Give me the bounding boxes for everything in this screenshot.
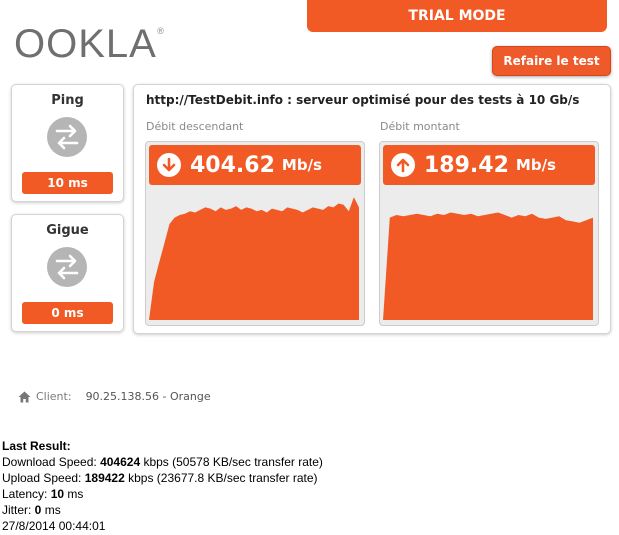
retest-button[interactable]: Refaire le test <box>492 46 611 76</box>
arrows-exchange-icon <box>47 247 87 287</box>
ping-title: Ping <box>51 93 84 108</box>
download-speed-bar: 404.62 Mb/s <box>149 145 361 185</box>
arrow-down-icon <box>157 153 181 177</box>
client-info: Client: 90.25.138.56 - Orange <box>18 390 211 403</box>
arrows-exchange-icon <box>47 117 87 157</box>
ping-value: 10 ms <box>22 172 113 194</box>
download-panel: 404.62 Mb/s <box>145 141 365 326</box>
home-icon <box>18 391 31 402</box>
client-value: 90.25.138.56 - Orange <box>85 390 211 403</box>
trial-mode-banner: TRIAL MODE <box>307 0 607 32</box>
upload-unit: Mb/s <box>515 156 556 174</box>
download-speed: 404.62 <box>190 152 275 178</box>
upload-area <box>383 212 593 320</box>
upload-speed: 189.42 <box>424 152 509 178</box>
result-timestamp: 27/8/2014 00:44:01 <box>2 519 106 533</box>
download-result-line: Download Speed: 404624 kbps (50578 KB/se… <box>2 455 323 469</box>
ookla-logo: OOKLA ® <box>14 22 164 67</box>
upload-graph <box>383 212 593 320</box>
last-result: Last Result: Download Speed: 404624 kbps… <box>2 438 323 534</box>
registered-mark: ® <box>157 26 165 36</box>
jitter-title: Gigue <box>46 223 89 238</box>
last-result-heading: Last Result: <box>2 439 71 453</box>
server-info: http://TestDebit.info : serveur optimisé… <box>146 93 580 107</box>
jitter-box: Gigue 0 ms <box>11 214 124 332</box>
client-label: Client: <box>36 390 72 403</box>
jitter-value: 0 ms <box>22 302 113 324</box>
upload-result-line: Upload Speed: 189422 kbps (23677.8 KB/se… <box>2 471 318 485</box>
download-unit: Mb/s <box>281 156 322 174</box>
download-label: Débit descendant <box>146 120 244 133</box>
download-graph <box>149 197 359 320</box>
upload-label: Débit montant <box>380 120 460 133</box>
download-area <box>149 197 359 320</box>
arrow-up-icon <box>391 153 415 177</box>
upload-panel: 189.42 Mb/s <box>379 141 599 326</box>
speed-results-panel: http://TestDebit.info : serveur optimisé… <box>133 84 611 334</box>
upload-speed-bar: 189.42 Mb/s <box>383 145 595 185</box>
ping-box: Ping 10 ms <box>11 84 124 202</box>
logo-text: OOKLA <box>14 22 157 66</box>
jitter-result-line: Jitter: 0 ms <box>2 503 61 517</box>
latency-result-line: Latency: 10 ms <box>2 487 84 501</box>
